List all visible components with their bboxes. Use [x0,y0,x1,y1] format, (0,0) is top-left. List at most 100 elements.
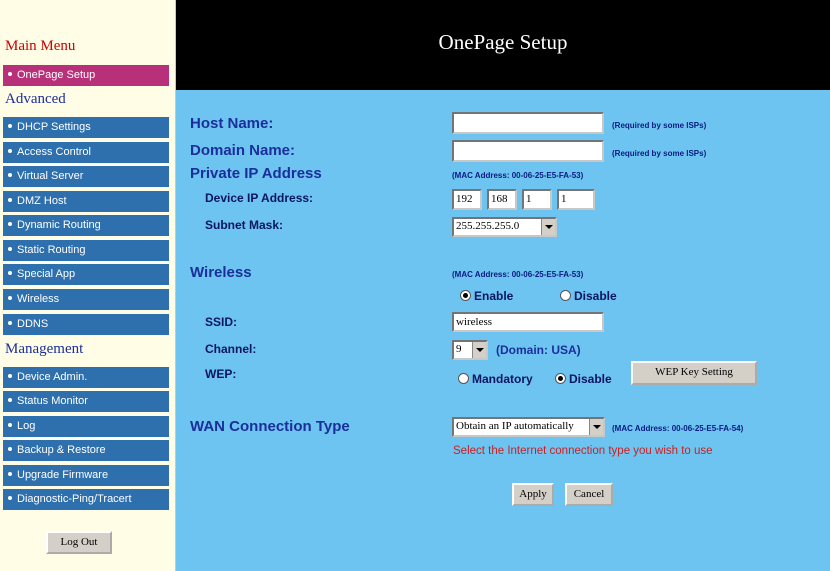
wireless-disable-label: Disable [574,289,617,303]
sidebar-item-device-admin[interactable]: Device Admin. [3,367,169,388]
bullet-icon [8,173,12,178]
bullet-icon [8,374,12,379]
device-ip-octet-2[interactable]: 168 [487,189,517,210]
private-ip-heading: Private IP Address [190,165,322,182]
subnet-mask-select[interactable]: 255.255.255.0 [452,217,557,237]
cancel-button[interactable]: Cancel [565,483,613,506]
wep-mandatory-label: Mandatory [472,372,533,386]
sidebar-item-label: Wireless [17,293,60,305]
sidebar-item-diagnostic[interactable]: Diagnostic-Ping/Tracert [3,489,169,510]
bullet-icon [8,222,12,227]
device-ip-octet-3[interactable]: 1 [522,189,552,210]
sidebar-item-label: Backup & Restore [17,444,106,456]
wep-label: WEP: [205,367,237,381]
bullet-icon [8,247,12,252]
sidebar-item-label: DDNS [17,318,49,330]
management-title: Management [5,341,84,357]
bullet-icon [8,271,12,276]
sidebar-item-label: Virtual Server [17,170,84,182]
sidebar-item-ddns[interactable]: DDNS [3,314,169,335]
sidebar-item-label: OnePage Setup [17,69,96,81]
bullet-icon [8,198,12,203]
bullet-icon [8,321,12,326]
device-ip-octet-4[interactable]: 1 [557,189,595,210]
bullet-icon [8,124,12,129]
sidebar-item-upgrade-firmware[interactable]: Upgrade Firmware [3,465,169,486]
wep-disable-label: Disable [569,372,612,386]
wireless-disable-radio[interactable]: Disable [560,289,617,303]
sidebar-item-special-app[interactable]: Special App [3,264,169,285]
sidebar-item-static-routing[interactable]: Static Routing [3,240,169,261]
apply-button[interactable]: Apply [512,483,554,506]
wan-mac: (MAC Address: 00-06-25-E5-FA-54) [612,424,744,433]
wan-connection-value: Obtain an IP automatically [456,420,574,432]
sidebar-item-onepage-setup[interactable]: OnePage Setup [3,65,169,86]
sidebar-item-access-control[interactable]: Access Control [3,142,169,163]
domain-name-note: (Required by some ISPs) [612,149,707,158]
sidebar-item-label: Upgrade Firmware [17,469,109,481]
sidebar-item-dynamic-routing[interactable]: Dynamic Routing [3,215,169,236]
sidebar-item-label: Diagnostic-Ping/Tracert [17,493,132,505]
wan-hint-text: Select the Internet connection type you … [453,445,713,457]
domain-name-label: Domain Name: [190,142,296,159]
chevron-down-icon[interactable] [541,219,555,235]
sidebar-item-log[interactable]: Log [3,416,169,437]
wireless-enable-label: Enable [474,289,514,303]
bullet-icon [8,447,12,452]
bullet-icon [8,296,12,301]
wan-connection-select[interactable]: Obtain an IP automatically [452,417,605,437]
sidebar-item-label: Access Control [17,146,91,158]
sidebar-item-backup-restore[interactable]: Backup & Restore [3,440,169,461]
bullet-icon [8,423,12,428]
bullet-icon [8,149,12,154]
radio-unselected-icon [560,290,571,301]
sidebar-item-label: Log [17,420,36,432]
host-name-input[interactable] [452,112,604,134]
ssid-label: SSID: [205,315,238,329]
sidebar-item-virtual-server[interactable]: Virtual Server [3,166,169,187]
wireless-mac: (MAC Address: 00-06-25-E5-FA-53) [452,270,584,279]
bullet-icon [8,72,12,77]
sidebar-item-dhcp-settings[interactable]: DHCP Settings [3,117,169,138]
private-ip-mac: (MAC Address: 00-06-25-E5-FA-53) [452,171,584,180]
chevron-down-icon[interactable] [472,342,486,358]
wep-key-setting-button[interactable]: WEP Key Setting [631,361,757,385]
sidebar-item-label: DHCP Settings [17,121,91,133]
sidebar-item-dmz-host[interactable]: DMZ Host [3,191,169,212]
channel-label: Channel: [205,342,257,356]
sidebar-item-label: Dynamic Routing [17,219,101,231]
wan-connection-heading: WAN Connection Type [190,418,350,435]
sidebar-item-wireless[interactable]: Wireless [3,289,169,310]
ssid-input[interactable] [452,312,604,332]
radio-selected-icon [555,373,566,384]
main-menu-title: Main Menu [5,38,76,54]
host-name-label: Host Name: [190,115,274,132]
wireless-enable-radio[interactable]: Enable [460,289,513,303]
header-banner: OnePage Setup [176,0,830,90]
host-name-note: (Required by some ISPs) [612,121,707,130]
sidebar-item-label: Device Admin. [17,371,88,383]
sidebar-item-label: DMZ Host [17,195,67,207]
channel-value: 9 [456,343,462,355]
sidebar-item-label: Static Routing [17,244,86,256]
subnet-mask-label: Subnet Mask: [205,218,284,232]
bullet-icon [8,398,12,403]
channel-select[interactable]: 9 [452,340,488,360]
logout-button[interactable]: Log Out [46,531,112,554]
wep-mandatory-radio[interactable]: Mandatory [458,372,533,386]
chevron-down-icon[interactable] [589,419,603,435]
domain-name-input[interactable] [452,140,604,162]
device-ip-label: Device IP Address: [205,191,314,205]
subnet-mask-value: 255.255.255.0 [456,220,520,232]
sidebar-item-label: Special App [17,268,76,280]
device-ip-octet-1[interactable]: 192 [452,189,482,210]
radio-unselected-icon [458,373,469,384]
sidebar-item-status-monitor[interactable]: Status Monitor [3,391,169,412]
bullet-icon [8,472,12,477]
wep-disable-radio[interactable]: Disable [555,372,612,386]
sidebar: Main Menu OnePage Setup Advanced DHCP Se… [0,0,176,571]
radio-selected-icon [460,290,471,301]
advanced-title: Advanced [5,91,66,107]
wireless-heading: Wireless [190,264,252,281]
domain-usa-note: (Domain: USA) [496,343,581,357]
